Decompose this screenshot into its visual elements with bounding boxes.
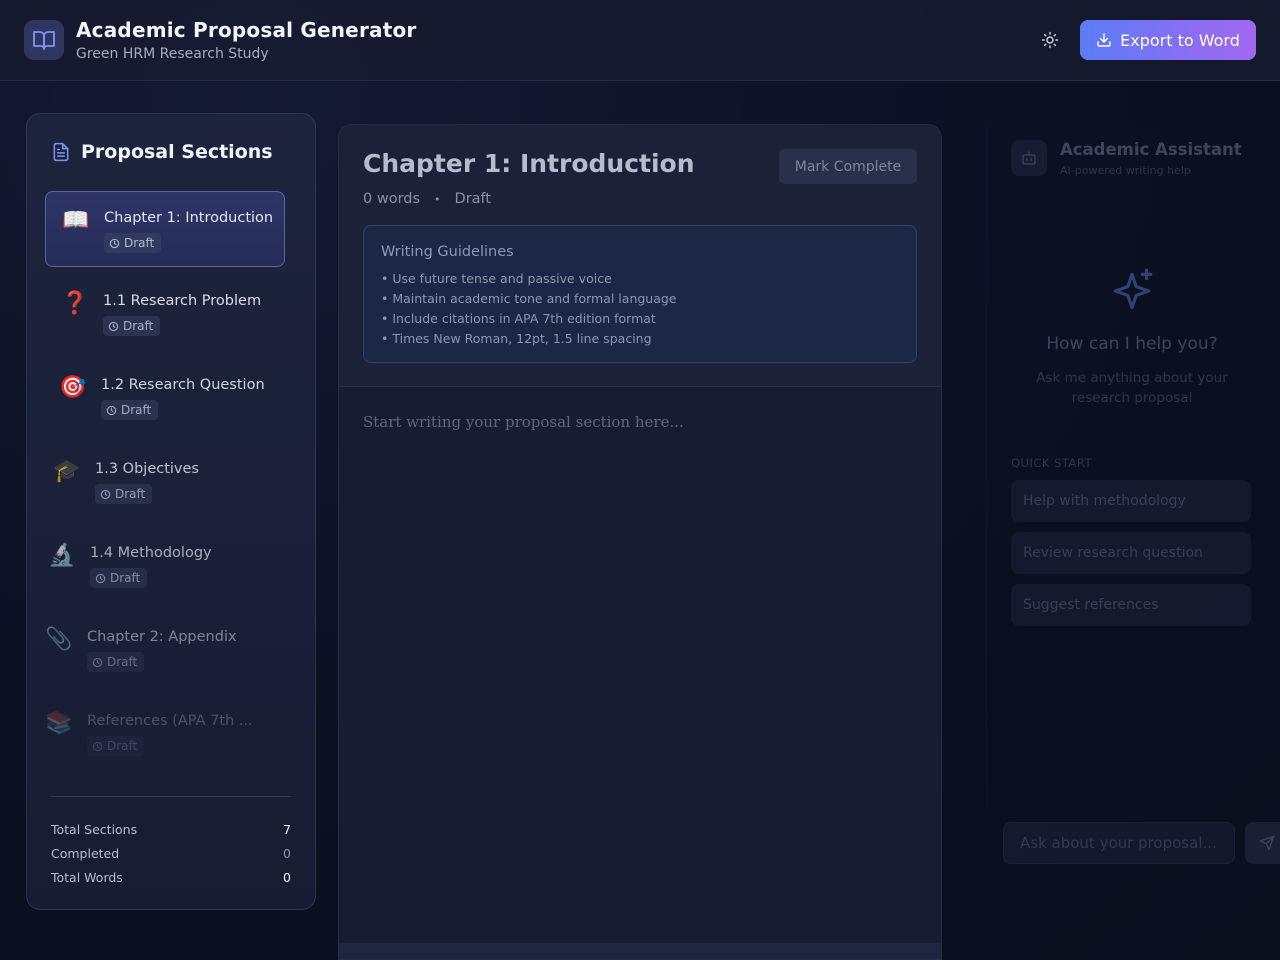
sparkles-icon [1113, 268, 1153, 310]
section-icon: 🎓 [53, 459, 81, 484]
export-label: Export to Word [1120, 30, 1240, 50]
stat-total-words: Total Words 0 [51, 870, 291, 885]
stat-total-sections: Total Sections 7 [51, 822, 291, 837]
section-icon: 📚 [45, 711, 73, 736]
quick-start-label: QUICK START [1011, 456, 1093, 470]
section-status-badge: Draft [87, 736, 145, 756]
sun-icon [1041, 31, 1059, 49]
section-label: 1.1 Research Problem [103, 293, 262, 309]
sidebar-title: Proposal Sections [81, 141, 273, 163]
clock-icon [92, 657, 103, 667]
assistant-title: Academic Assistant [1060, 140, 1242, 159]
section-icon: ❓ [61, 291, 89, 316]
section-status-badge: Draft [101, 400, 159, 420]
theme-toggle-button[interactable] [1036, 26, 1064, 54]
editor-header: Chapter 1: Introduction Mark Complete 0 … [339, 125, 941, 387]
section-label: Chapter 2: Appendix [87, 629, 237, 645]
section-status-text: Draft [107, 655, 138, 669]
sidebar-section-item[interactable]: 🎓 1.3 Objectives Draft [45, 443, 285, 519]
section-meta: 0 words • Draft [363, 191, 491, 207]
section-status-text: Draft [110, 571, 141, 585]
section-label: Chapter 1: Introduction [104, 210, 274, 226]
clock-icon [106, 405, 117, 415]
guideline-item: • Include citations in APA 7th edition f… [381, 311, 656, 326]
writing-guidelines: Writing Guidelines • Use future tense an… [363, 225, 917, 363]
app-title: Academic Proposal Generator [76, 18, 417, 42]
section-status-text: Draft [123, 319, 154, 333]
clock-icon [109, 238, 120, 248]
section-status: Draft [454, 191, 492, 207]
bot-icon [1011, 140, 1047, 176]
guideline-item: • Use future tense and passive voice [381, 271, 612, 286]
quick-start-methodology[interactable]: Help with methodology [1011, 480, 1251, 522]
section-status-text: Draft [124, 236, 155, 250]
meta-separator: • [434, 192, 441, 206]
section-status-text: Draft [115, 487, 146, 501]
help-title: How can I help you? [1046, 334, 1218, 354]
section-label: 1.4 Methodology [90, 545, 212, 561]
sidebar-section-item[interactable]: 🔬 1.4 Methodology Draft [45, 527, 285, 603]
clock-icon [108, 321, 119, 331]
quick-start-references[interactable]: Suggest references [1011, 584, 1251, 626]
guideline-item: • Times New Roman, 12pt, 1.5 line spacin… [381, 331, 652, 346]
document-icon [53, 142, 69, 162]
clock-icon [92, 741, 103, 751]
book-open-icon [24, 20, 64, 60]
download-icon [1097, 33, 1111, 47]
stats-divider [51, 796, 291, 797]
sidebar-header: Proposal Sections [51, 141, 273, 163]
section-icon: 🎯 [59, 375, 87, 400]
clock-icon [100, 489, 111, 499]
sidebar-section-item[interactable]: 🎯 1.2 Research Question Draft [45, 359, 285, 435]
send-button[interactable] [1245, 822, 1280, 864]
section-icon: 📎 [45, 627, 73, 652]
assistant-input[interactable] [1003, 822, 1235, 864]
guideline-item: • Maintain academic tone and formal lang… [381, 291, 677, 306]
export-to-word-button[interactable]: Export to Word [1080, 20, 1256, 60]
sidebar-section-item[interactable]: 📎 Chapter 2: Appendix Draft [45, 611, 285, 687]
sidebar-section-item[interactable]: 📚 References (APA 7th ... Draft [45, 695, 285, 771]
section-icon: 📖 [62, 208, 90, 233]
section-icon: 🔬 [48, 543, 76, 568]
app-subtitle: Green HRM Research Study [76, 46, 269, 62]
word-count: 0 words [363, 191, 421, 207]
assistant-subtitle: AI-powered writing help [1060, 164, 1191, 177]
sections-sidebar: Proposal Sections 📖 Chapter 1: Introducti… [26, 113, 316, 910]
section-status-badge: Draft [103, 316, 161, 336]
mark-complete-button[interactable]: Mark Complete [779, 149, 917, 184]
section-status-badge: Draft [87, 652, 145, 672]
guidelines-title: Writing Guidelines [381, 244, 514, 260]
assistant-panel: Academic Assistant AI-powered writing he… [986, 124, 1280, 960]
section-title: Chapter 1: Introduction [363, 149, 695, 178]
section-status-text: Draft [121, 403, 152, 417]
send-icon [1259, 835, 1275, 851]
section-status-text: Draft [107, 739, 138, 753]
stat-completed: Completed 0 [51, 846, 291, 861]
section-status-badge: Draft [90, 568, 148, 588]
editor-footer [339, 943, 941, 959]
section-label: 1.2 Research Question [101, 377, 265, 393]
app-header: Academic Proposal Generator Green HRM Re… [0, 0, 1280, 81]
section-status-badge: Draft [104, 233, 162, 253]
help-subtitle: Ask me anything about your research prop… [1036, 370, 1228, 406]
quick-start-research-question[interactable]: Review research question [1011, 532, 1251, 574]
editor-panel: Chapter 1: Introduction Mark Complete 0 … [338, 124, 942, 960]
clock-icon [95, 573, 106, 583]
sidebar-section-item[interactable]: ❓ 1.1 Research Problem Draft [45, 275, 285, 351]
section-label: 1.3 Objectives [95, 461, 199, 477]
sidebar-section-item[interactable]: 📖 Chapter 1: Introduction Draft [45, 191, 285, 267]
section-label: References (APA 7th ... [87, 713, 253, 729]
section-status-badge: Draft [95, 484, 153, 504]
editor-textarea[interactable]: Start writing your proposal section here… [363, 413, 917, 431]
